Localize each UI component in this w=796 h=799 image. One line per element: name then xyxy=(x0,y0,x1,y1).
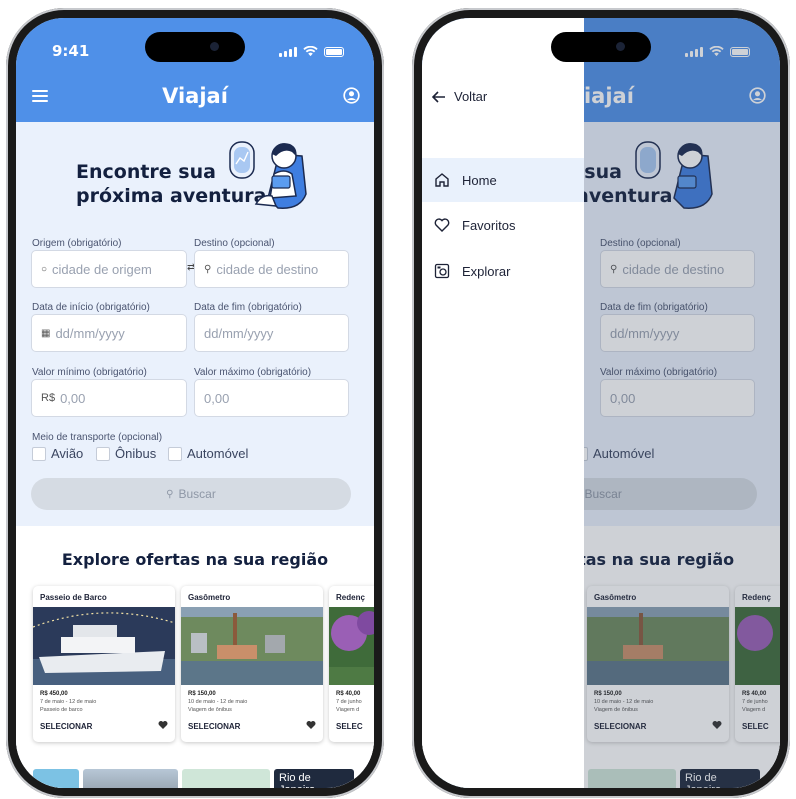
explore-icon xyxy=(434,263,450,279)
offer-type: Viagem d xyxy=(336,707,360,713)
checkbox-label: Avião xyxy=(51,446,84,461)
search-section: Encontre sua próxima aventura Origem (ob… xyxy=(16,122,374,788)
dynamic-island xyxy=(145,32,245,62)
nav-item-label: Home xyxy=(462,172,497,188)
nav-item-favoritos[interactable]: Favoritos xyxy=(422,203,584,247)
destination-label: Destino (opcional) xyxy=(194,238,275,249)
offer-price: R$ 40,00 xyxy=(336,691,361,697)
main-screen: 9:41 Viajaí Encontre sua próxima aventur… xyxy=(16,18,374,788)
transport-label: Meio de transporte (opcional) xyxy=(32,432,163,443)
drawer-screen: 9:41 Viajaí Encontre sua próxima aventur… xyxy=(422,18,780,788)
end-date-label: Data de fim (obrigatório) xyxy=(194,302,302,313)
status-icons xyxy=(279,46,344,57)
end-date-placeholder: dd/mm/yyyy xyxy=(204,325,274,341)
app-title: Viajaí xyxy=(162,84,228,108)
offer-title: Redenç xyxy=(336,593,365,602)
location-pin-icon: ⚲ xyxy=(204,263,212,275)
strip-city-card[interactable]: Rio de Janeiro xyxy=(274,769,354,788)
min-value-placeholder: 0,00 xyxy=(60,390,86,406)
traveler-illustration xyxy=(229,141,307,209)
origin-input[interactable]: ○ cidade de origem xyxy=(31,250,187,288)
strip-image-sky xyxy=(33,769,79,788)
select-button[interactable]: SELEC xyxy=(336,722,363,731)
checkbox-aviao[interactable]: Avião xyxy=(32,446,83,461)
search-button[interactable]: ⚲ Buscar xyxy=(31,478,351,510)
offers-title: Explore ofertas na sua região xyxy=(61,550,329,569)
end-date-input[interactable]: dd/mm/yyyy xyxy=(194,314,349,352)
strip-image-city xyxy=(83,769,178,788)
search-icon: ⚲ xyxy=(166,488,174,500)
min-value-label: Valor mínimo (obrigatório) xyxy=(32,367,147,378)
max-value-label: Valor máximo (obrigatório) xyxy=(194,367,312,378)
heart-icon xyxy=(434,218,450,232)
offer-card[interactable]: Passeio de Barco R$ 450,00 7 de maio - 1… xyxy=(33,586,175,742)
checkbox-box[interactable] xyxy=(32,446,46,461)
nav-item-label: Favoritos xyxy=(462,217,516,233)
offer-card[interactable]: Gasômetro R$ 150,00 10 de maio - 12 de m… xyxy=(181,586,323,742)
calendar-icon: ▦ xyxy=(41,327,51,339)
destination-placeholder: cidade de destino xyxy=(216,261,319,277)
start-date-label: Data de início (obrigatório) xyxy=(32,302,150,313)
navigation-drawer: Voltar Home Favoritos Explorar xyxy=(422,18,584,788)
strip-city-name: Rio de Janeiro xyxy=(279,772,315,788)
gasometro-photo xyxy=(181,607,323,685)
heart-icon[interactable] xyxy=(158,720,168,730)
phone-frame-main: 9:41 Viajaí Encontre sua próxima aventur… xyxy=(6,8,384,798)
nav-item-explorar[interactable]: Explorar xyxy=(422,249,584,293)
checkbox-box[interactable] xyxy=(96,446,110,461)
circle-icon: ○ xyxy=(41,263,48,275)
max-value-placeholder: 0,00 xyxy=(204,390,230,406)
start-date-input[interactable]: ▦ dd/mm/yyyy xyxy=(31,314,187,352)
offer-type: Passeio de barco xyxy=(40,707,83,713)
offer-type: Viagem de ônibus xyxy=(188,707,232,713)
strip-image-map xyxy=(182,769,270,788)
offer-dates: 7 de junho xyxy=(336,699,362,705)
origin-label: Origem (obrigatório) xyxy=(32,238,122,249)
nav-item-label: Explorar xyxy=(462,263,511,279)
heart-icon[interactable] xyxy=(306,720,316,730)
nav-item-home[interactable]: Home xyxy=(422,158,584,202)
battery-icon xyxy=(324,46,344,57)
checkbox-box[interactable] xyxy=(168,446,182,461)
offer-title: Gasômetro xyxy=(188,593,231,602)
boat-photo xyxy=(33,607,175,685)
checkbox-automovel[interactable]: Automóvel xyxy=(168,446,248,461)
signal-icon xyxy=(279,46,297,57)
park-photo xyxy=(329,607,374,685)
currency-prefix: R$ xyxy=(41,392,56,404)
dynamic-island xyxy=(551,32,651,62)
home-icon xyxy=(435,173,449,187)
select-button[interactable]: SELECIONAR xyxy=(188,722,240,731)
offer-title: Passeio de Barco xyxy=(40,593,107,602)
back-button[interactable]: Voltar xyxy=(432,89,487,104)
back-label: Voltar xyxy=(454,89,488,104)
status-time: 9:41 xyxy=(52,42,90,60)
min-value-input[interactable]: R$ 0,00 xyxy=(31,379,187,417)
wifi-icon xyxy=(303,46,318,57)
origin-placeholder: cidade de origem xyxy=(52,261,152,277)
checkbox-label: Automóvel xyxy=(187,446,249,461)
destination-input[interactable]: ⚲ cidade de destino xyxy=(194,250,349,288)
checkbox-onibus[interactable]: Ônibus xyxy=(96,446,156,461)
offer-card[interactable]: Redenç R$ 40,00 7 de junho Viagem d SELE… xyxy=(329,586,374,742)
account-icon[interactable] xyxy=(343,87,360,104)
select-button[interactable]: SELECIONAR xyxy=(40,722,92,731)
offer-price: R$ 450,00 xyxy=(40,691,68,697)
checkbox-label: Ônibus xyxy=(115,446,157,461)
bottom-strip: Rio de Janeiro xyxy=(33,769,374,788)
offer-price: R$ 150,00 xyxy=(188,691,216,697)
search-button-label: Buscar xyxy=(178,487,216,501)
start-date-placeholder: dd/mm/yyyy xyxy=(55,325,125,341)
offer-dates: 10 de maio - 12 de maio xyxy=(188,699,248,705)
offers-carousel[interactable]: Passeio de Barco R$ 450,00 7 de maio - 1… xyxy=(33,586,374,742)
offer-dates: 7 de maio - 12 de maio xyxy=(40,699,97,705)
arrow-left-icon xyxy=(432,90,445,103)
max-value-input[interactable]: 0,00 xyxy=(194,379,349,417)
phone-frame-drawer: 9:41 Viajaí Encontre sua próxima aventur… xyxy=(412,8,790,798)
offers-section: Explore ofertas na sua região Passeio de… xyxy=(16,526,374,788)
